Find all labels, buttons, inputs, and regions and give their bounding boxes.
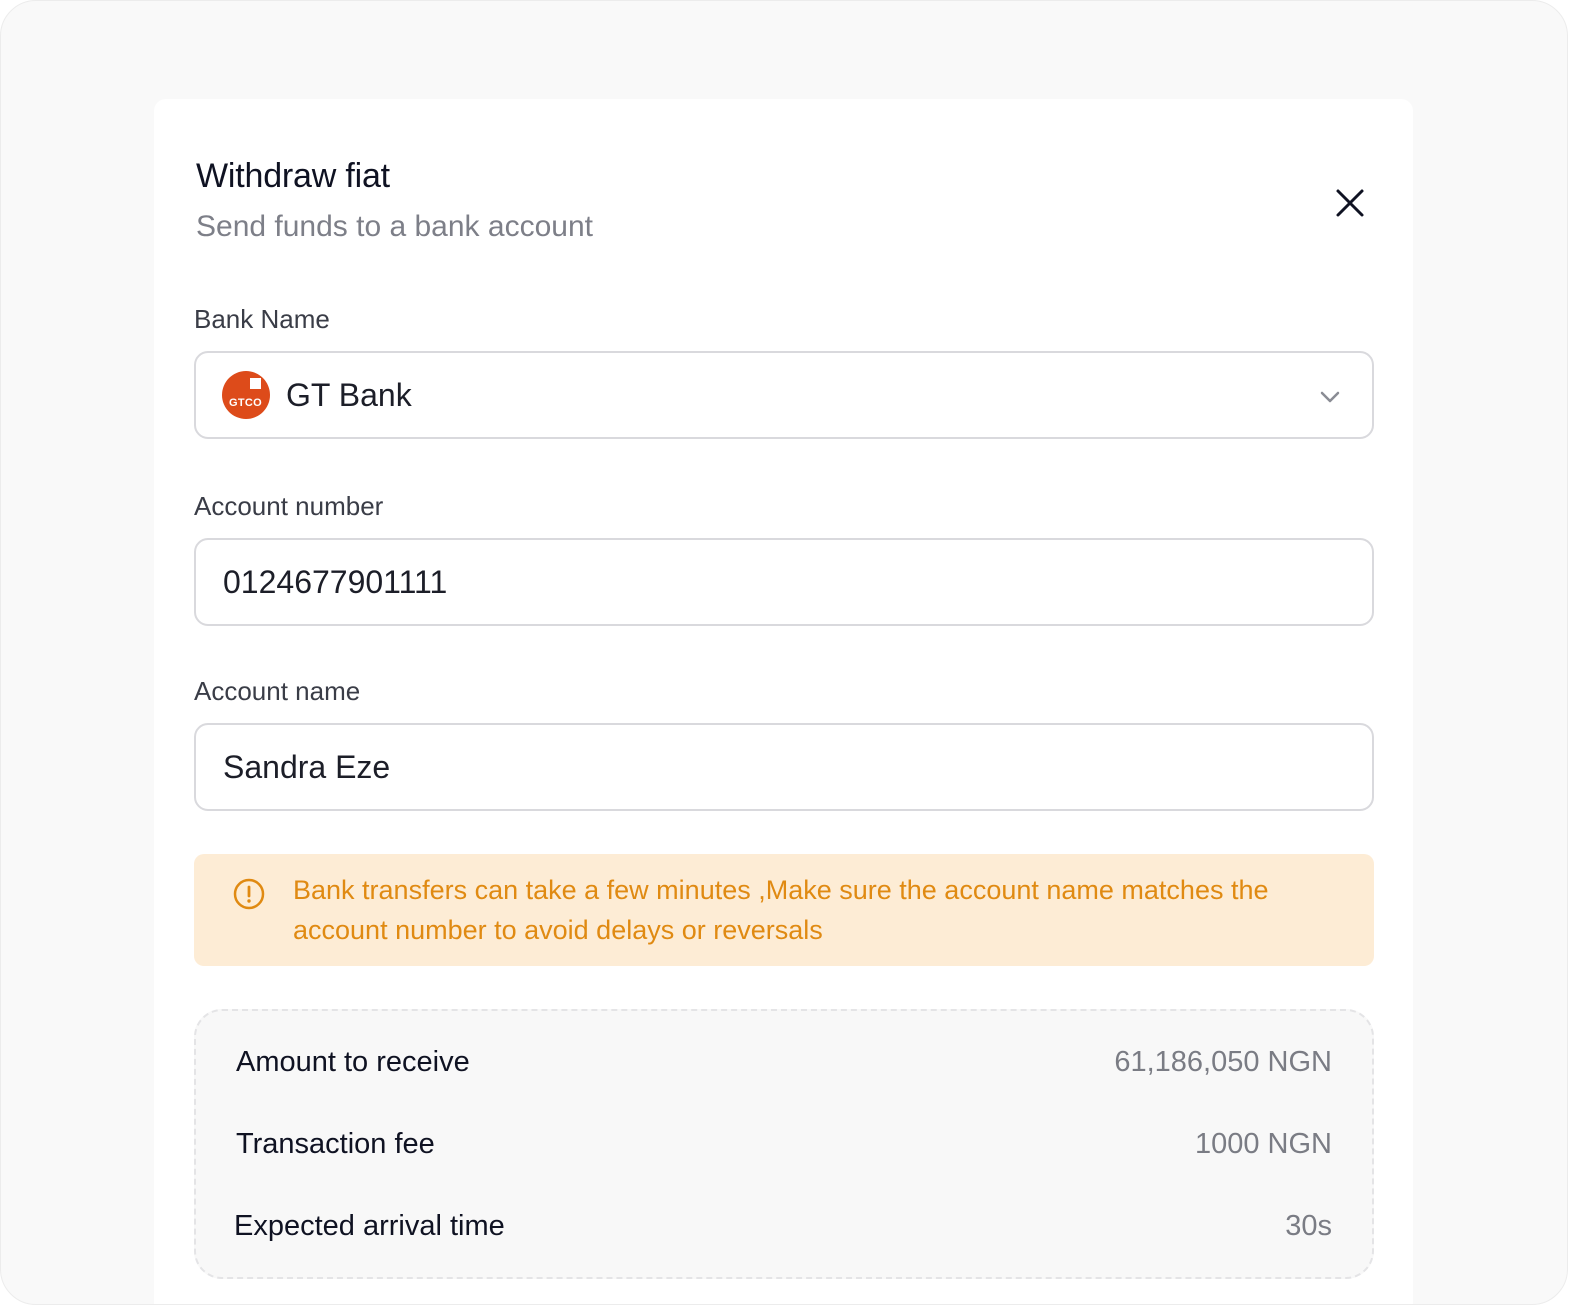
- account-number-value: 0124677901111: [223, 563, 448, 600]
- alert-circle-icon: [233, 878, 265, 910]
- account-number-label: Account number: [194, 491, 384, 521]
- close-icon: [1336, 189, 1364, 217]
- summary-label: Amount to receive: [236, 1046, 470, 1078]
- gtco-logo: GTCO: [222, 371, 270, 419]
- chevron-down-icon: [1320, 391, 1340, 403]
- summary-value: 1000 NGN: [1194, 1128, 1332, 1160]
- summary-label: Expected arrival time: [234, 1210, 505, 1242]
- warning-text: Bank transfers can take a few minutes ,M…: [293, 875, 1269, 945]
- dialog-title: Withdraw fiat: [196, 157, 390, 195]
- warning-notice: Bank transfers can take a few minutes ,M…: [194, 854, 1374, 966]
- bank-logo-text: GTCO: [229, 397, 262, 409]
- bank-select-value: GT Bank: [286, 376, 412, 413]
- transaction-summary: Amount to receive 61,186,050 NGN Transac…: [194, 1009, 1374, 1279]
- app-frame: Withdraw fiat Send funds to a bank accou…: [0, 0, 1568, 1305]
- account-name-label: Account name: [194, 676, 361, 706]
- summary-row: Expected arrival time 30s: [196, 1210, 1372, 1250]
- summary-row: Amount to receive 61,186,050 NGN: [196, 1046, 1372, 1086]
- close-button[interactable]: [1330, 183, 1370, 223]
- bank-name-label: Bank Name: [194, 304, 330, 334]
- dialog-subtitle: Send funds to a bank account: [196, 210, 593, 243]
- summary-value: 30s: [1285, 1210, 1332, 1242]
- withdraw-dialog: Withdraw fiat Send funds to a bank accou…: [154, 99, 1413, 1304]
- account-name-value: Sandra Eze: [223, 748, 391, 785]
- summary-value: 61,186,050 NGN: [1114, 1046, 1332, 1078]
- summary-label: Transaction fee: [236, 1128, 435, 1160]
- bank-select[interactable]: GTCO GT Bank: [194, 351, 1374, 439]
- summary-row: Transaction fee 1000 NGN: [196, 1128, 1372, 1168]
- account-number-field[interactable]: 0124677901111: [194, 538, 1374, 626]
- account-name-field[interactable]: Sandra Eze: [194, 723, 1374, 811]
